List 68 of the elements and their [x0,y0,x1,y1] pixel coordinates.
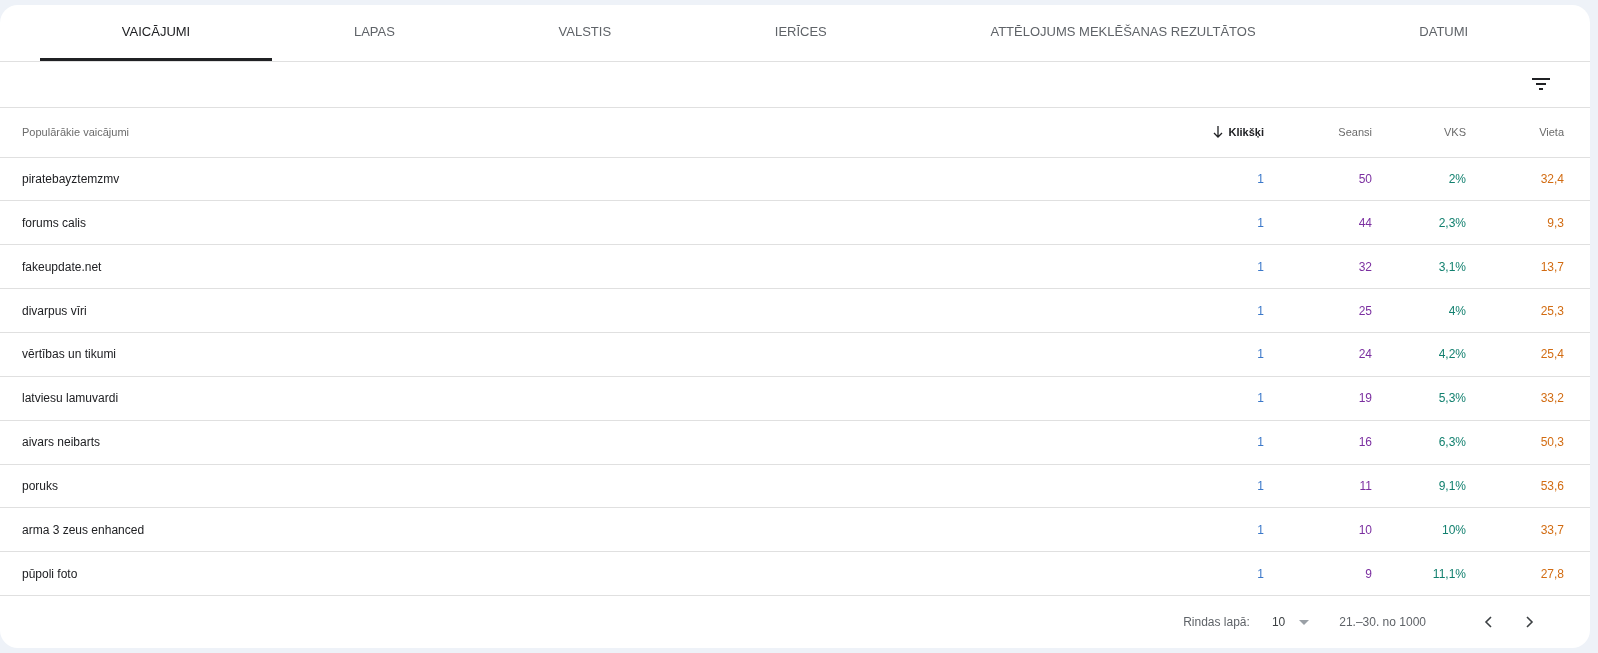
table-cell-text: 10 [1357,522,1372,537]
table-cell-text: vērtības un tikumi [22,347,118,362]
table-cell-text: 13,7 [1539,259,1564,274]
column-header[interactable]: Vieta [1539,126,1564,139]
table-cell-text: 1 [1256,259,1264,274]
table-cell-text: 5,3% [1437,391,1466,406]
rows-per-page-label: Rindas lapā: [1183,615,1250,630]
table-cell-text: 1 [1256,435,1264,450]
table-cell-text: 1 [1256,347,1264,362]
table-cell-text: 1 [1256,522,1264,537]
tab[interactable]: IERĪCES [692,5,909,61]
table-cell-text: 1 [1256,215,1264,230]
table-cell-text: latviesu lamuvardi [22,391,120,406]
table-cell-text: 9 [1364,566,1372,581]
table-cell-text: 11,1% [1431,566,1466,581]
table-cell-text: 1 [1256,566,1264,581]
table-cell-text: poruks [22,478,60,493]
table-cell-text: fakeupdate.net [22,259,103,274]
table-cell-text: piratebayztemzmv [22,171,121,186]
tab[interactable]: VALSTIS [476,5,693,61]
table-cell-text: 4% [1447,303,1466,318]
table-cell-text: 16 [1357,435,1372,450]
table-cell-text: pūpoli foto [22,566,79,581]
table-cell-text: 1 [1256,478,1264,493]
column-header[interactable]: Seansi [1338,126,1372,139]
table-cell-text: 11 [1358,478,1372,493]
table-cell-text: 2% [1447,171,1466,186]
table-cell-text: 25,4 [1539,347,1564,362]
rows-per-page-value[interactable]: 10 [1271,615,1286,630]
dropdown-caret-icon[interactable] [1299,619,1310,625]
table-cell-text: 9,1% [1437,478,1466,493]
table-cell-text: forums calis [22,215,87,230]
table-cell-text: arma 3 zeus enhanced [22,522,146,537]
table-cell-text: 1 [1256,391,1264,406]
table-cell-text: 2,3% [1437,215,1466,230]
filter-icon[interactable] [1532,78,1550,91]
table-cell-text: 32,4 [1539,171,1564,186]
table-cell-text: 6,3% [1437,435,1466,450]
table-cell-text: divarpus vīri [22,303,88,318]
next-page-icon[interactable] [1526,616,1534,629]
table-cell-text: 25 [1357,303,1372,318]
column-header[interactable]: VKS [1444,126,1466,139]
table-cell-text: 33,2 [1539,391,1564,406]
table-cell-text: 24 [1357,347,1372,362]
table-cell-text: 33,7 [1539,522,1564,537]
table-cell-text: 9,3 [1546,215,1564,230]
table-cell-text: 50,3 [1539,435,1564,450]
tab[interactable]: ATTĒLOJUMS MEKLĒŠANAS REZULTĀTOS [908,5,1338,61]
table-cell-text: 1 [1256,303,1264,318]
column-header[interactable]: Klikšķi [1228,126,1264,139]
table-cell-text: 44 [1357,215,1372,230]
table-cell-text: 25,3 [1539,303,1564,318]
table-cell-text: 50 [1357,171,1372,186]
table-cell-text: 10% [1440,522,1466,537]
table-cell-text: 4,2% [1437,347,1466,362]
table-cell-text: 32 [1357,259,1372,274]
tab[interactable]: VAICĀJUMI [40,5,273,61]
table-cell-text: 27,8 [1539,566,1564,581]
table-cell-text: aivars neibarts [22,435,102,450]
previous-page-icon[interactable] [1484,616,1492,629]
tab[interactable]: DATUMI [1337,5,1550,61]
table-cell-text: 1 [1256,171,1264,186]
table-cell-text: 53,6 [1539,478,1564,493]
page-range: 21.–30. no 1000 [1339,615,1426,630]
column-header[interactable]: Populārākie vaicājumi [22,126,129,139]
tab[interactable]: LAPAS [272,5,477,61]
table-cell-text: 19 [1357,391,1372,406]
table-cell-text: 3,1% [1437,259,1466,274]
